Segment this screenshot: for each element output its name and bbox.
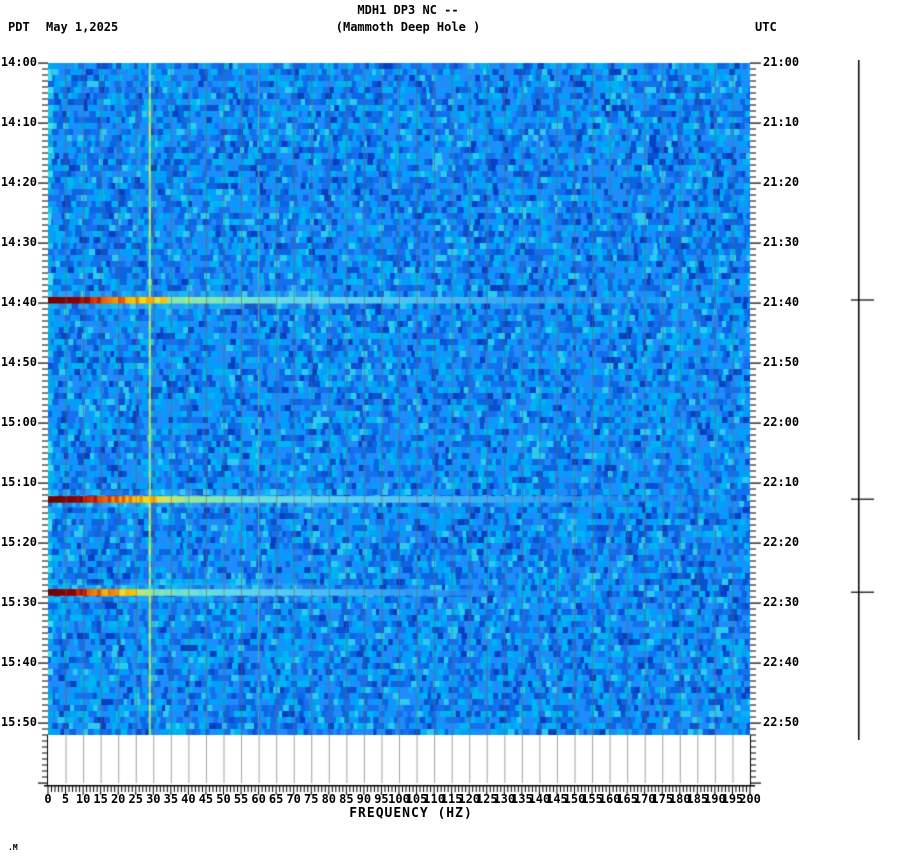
freq-tick-label: 35: [163, 792, 179, 806]
freq-tick-label: 75: [304, 792, 319, 806]
freq-tick-label: 70: [286, 792, 301, 806]
left-time-label: 15:00: [0, 415, 37, 429]
right-time-label: 22:00: [763, 415, 800, 429]
spectrogram-page: PDT May 1,2025 MDH1 DP3 NC -- (Mammoth D…: [0, 0, 902, 864]
right-time-label: 22:50: [763, 715, 800, 729]
freq-tick-label: 30: [146, 792, 161, 806]
page-title: MDH1 DP3 NC --: [357, 3, 459, 17]
left-time-label: 15:50: [0, 715, 37, 729]
left-time-label: 15:30: [0, 595, 37, 609]
freq-tick-label: 10: [75, 792, 91, 806]
left-time-label: 15:10: [0, 475, 37, 489]
right-time-label: 21:10: [763, 115, 800, 129]
freq-tick-label: 90: [356, 792, 372, 806]
freq-tick-label: 95: [374, 792, 389, 806]
right-time-label: 21:40: [763, 295, 800, 309]
right-time-label: 21:50: [763, 355, 800, 369]
freq-tick-label: 15: [93, 792, 108, 806]
date-label: May 1,2025: [46, 20, 119, 34]
left-time-label: 15:20: [0, 535, 37, 549]
freq-tick-label: 55: [233, 792, 249, 806]
freq-tick-label: 0: [44, 792, 52, 806]
freq-tick-label: 60: [251, 792, 266, 806]
freq-tick-label: 200: [739, 792, 761, 806]
freq-tick-label: 40: [181, 792, 196, 806]
right-time-label: 21:20: [763, 175, 800, 189]
freq-tick-label: 5: [61, 792, 70, 806]
right-time-label: 22:20: [763, 535, 800, 549]
right-time-label: 22:30: [763, 595, 800, 609]
timezone-right-label: UTC: [755, 20, 777, 34]
left-time-label: 14:20: [0, 175, 37, 189]
right-time-label: 21:00: [763, 55, 800, 69]
left-time-label: 14:00: [0, 55, 37, 69]
left-time-label: 14:10: [0, 115, 37, 129]
right-time-label: 22:10: [763, 475, 800, 489]
freq-tick-label: 20: [110, 792, 126, 806]
spectrogram-canvas: [0, 0, 902, 864]
watermark-mark: .M: [8, 843, 18, 852]
left-time-label: 14:30: [0, 235, 37, 249]
freq-tick-label: 80: [321, 792, 337, 806]
left-time-label: 15:40: [0, 655, 37, 669]
right-time-label: 21:30: [763, 235, 800, 249]
freq-tick-label: 45: [198, 792, 214, 806]
right-time-label: 22:40: [763, 655, 800, 669]
left-time-label: 14:50: [0, 355, 37, 369]
freq-tick-label: 25: [128, 792, 143, 806]
freq-tick-label: 85: [339, 792, 354, 806]
left-time-label: 14:40: [0, 295, 37, 309]
page-subtitle: (Mammoth Deep Hole ): [335, 20, 481, 34]
freq-tick-label: 50: [216, 792, 231, 806]
freq-tick-label: 65: [268, 792, 284, 806]
frequency-axis-title: FREQUENCY (HZ): [349, 806, 473, 821]
timezone-left-label: PDT: [8, 20, 30, 34]
